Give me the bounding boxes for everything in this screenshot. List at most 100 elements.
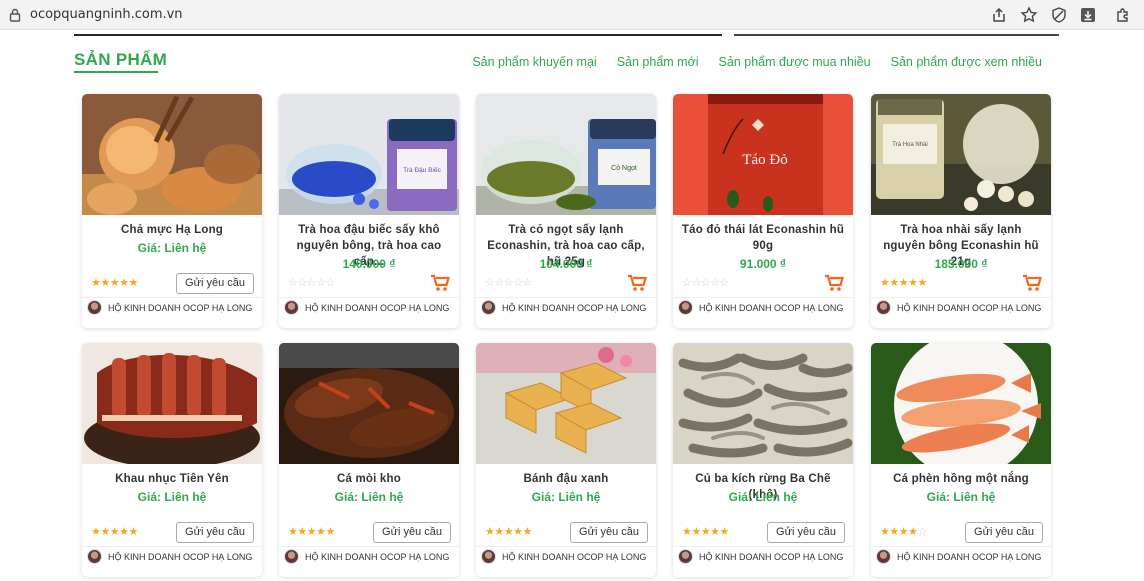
shop-info[interactable]: HỘ KINH DOANH OCOP HẠ LONG <box>876 300 1041 315</box>
product-card[interactable]: Bánh đậu xanh Giá: Liên hệ ★★★★★ Gửi yêu… <box>476 343 656 577</box>
product-name[interactable]: Cá phèn hồng một nắng <box>879 471 1043 487</box>
product-image[interactable] <box>279 343 459 464</box>
product-price: Giá: Liên hệ <box>137 241 207 255</box>
shop-name[interactable]: HỘ KINH DOANH OCOP HẠ LONG <box>502 552 646 562</box>
product-price: Giá: Liên hệ <box>926 490 996 504</box>
jar-label: Trà Hoa Nhài <box>892 142 927 148</box>
rating-stars: ☆☆☆☆☆ <box>682 277 729 289</box>
product-image[interactable]: Trà Hoa Nhài <box>871 94 1051 215</box>
shop-avatar <box>87 300 102 315</box>
product-price: 91.000 ₫ <box>739 257 787 271</box>
shop-name[interactable]: HỘ KINH DOANH OCOP HẠ LONG <box>305 552 449 562</box>
shop-info[interactable]: HỘ KINH DOANH OCOP HẠ LONG <box>481 549 646 564</box>
product-name[interactable]: Táo đỏ thái lát Econashin hũ 90g <box>681 222 845 254</box>
send-request-button[interactable]: Gửi yêu cầu <box>965 522 1043 543</box>
shield-icon[interactable] <box>1050 6 1068 24</box>
product-image[interactable] <box>871 343 1051 464</box>
shop-info[interactable]: HỘ KINH DOANH OCOP HẠ LONG <box>876 549 1041 564</box>
shop-info[interactable]: HỘ KINH DOANH OCOP HẠ LONG <box>678 549 843 564</box>
product-card[interactable]: Cá mòi kho Giá: Liên hệ ★★★★★ Gửi yêu cầ… <box>279 343 459 577</box>
cart-icon[interactable] <box>430 274 450 292</box>
send-request-button[interactable]: Gửi yêu cầu <box>176 273 254 294</box>
product-card[interactable]: Chả mực Hạ Long Giá: Liên hệ ★★★★★ Gửi y… <box>82 94 262 328</box>
jar-label: Táo Đỏ <box>742 152 787 168</box>
product-price: Giá: Liên hệ <box>728 490 798 504</box>
shop-name[interactable]: HỘ KINH DOANH OCOP HẠ LONG <box>897 552 1041 562</box>
address-bar[interactable]: ocopquangninh.com.vn <box>30 7 183 22</box>
product-image[interactable]: Cỏ Ngọt <box>476 94 656 215</box>
rating-stars: ★★★★★ <box>288 526 335 538</box>
send-request-button[interactable]: Gửi yêu cầu <box>176 522 254 543</box>
shop-avatar <box>876 300 891 315</box>
bookmark-star-icon[interactable] <box>1020 6 1038 24</box>
shop-avatar <box>876 549 891 564</box>
cart-icon[interactable] <box>824 274 844 292</box>
share-icon[interactable] <box>990 6 1008 24</box>
rating-stars: ☆☆☆☆☆ <box>485 277 532 289</box>
shop-name[interactable]: HỘ KINH DOANH OCOP HẠ LONG <box>108 303 252 313</box>
jar-label: Trà Đậu Biếc <box>403 165 441 174</box>
shop-avatar <box>678 549 693 564</box>
tab-most-bought[interactable]: Sản phẩm được mua nhiều <box>719 55 871 69</box>
tab-new[interactable]: Sản phẩm mới <box>617 55 699 69</box>
product-card[interactable]: Táo Đỏ Táo đỏ thái lát Econashin hũ 90g … <box>673 94 853 328</box>
product-card[interactable]: Trà Hoa Nhài Trà hoa nhài sấy lạnh nguyê… <box>871 94 1051 328</box>
shop-avatar <box>284 300 299 315</box>
shop-name[interactable]: HỘ KINH DOANH OCOP HẠ LONG <box>897 303 1041 313</box>
product-price: 104.000 ₫ <box>539 257 593 271</box>
product-name[interactable]: Khau nhục Tiên Yên <box>90 471 254 487</box>
product-card[interactable]: Củ ba kích rừng Ba Chẽ (khô) Giá: Liên h… <box>673 343 853 577</box>
rating-stars: ★★★★★ <box>682 526 729 538</box>
send-request-button[interactable]: Gửi yêu cầu <box>373 522 451 543</box>
shop-info[interactable]: HỘ KINH DOANH OCOP HẠ LONG <box>481 300 646 315</box>
extensions-icon[interactable] <box>1114 6 1132 24</box>
rating-stars: ★★★★★ <box>485 526 532 538</box>
download-icon[interactable] <box>1079 6 1097 24</box>
tab-promotion[interactable]: Sản phẩm khuyến mại <box>472 55 596 69</box>
shop-info[interactable]: HỘ KINH DOANH OCOP HẠ LONG <box>284 549 449 564</box>
product-price: 140.000 ₫ <box>342 257 396 271</box>
product-image[interactable] <box>673 343 853 464</box>
shop-info[interactable]: HỘ KINH DOANH OCOP HẠ LONG <box>87 549 252 564</box>
product-image[interactable] <box>82 94 262 215</box>
product-price: Giá: Liên hệ <box>531 490 601 504</box>
shop-info[interactable]: HỘ KINH DOANH OCOP HẠ LONG <box>87 300 252 315</box>
product-card[interactable]: Trà Đậu Biếc Trà hoa đậu biếc sấy khô ng… <box>279 94 459 328</box>
product-image[interactable] <box>82 343 262 464</box>
shop-name[interactable]: HỘ KINH DOANH OCOP HẠ LONG <box>699 552 843 562</box>
product-image[interactable]: Trà Đậu Biếc <box>279 94 459 215</box>
cart-icon[interactable] <box>1022 274 1042 292</box>
product-card[interactable]: Cá phèn hồng một nắng Giá: Liên hệ ★★★★☆… <box>871 343 1051 577</box>
product-name[interactable]: Cá mòi kho <box>287 471 451 487</box>
product-card[interactable]: Khau nhục Tiên Yên Giá: Liên hệ ★★★★★ Gử… <box>82 343 262 577</box>
send-request-button[interactable]: Gửi yêu cầu <box>767 522 845 543</box>
rating-stars: ★★★★★ <box>880 277 927 289</box>
shop-name[interactable]: HỘ KINH DOANH OCOP HẠ LONG <box>502 303 646 313</box>
shop-info[interactable]: HỘ KINH DOANH OCOP HẠ LONG <box>678 300 843 315</box>
product-image[interactable] <box>476 343 656 464</box>
banner-bottom-edge <box>74 34 1059 37</box>
product-filter-tabs: Sản phẩm khuyến mại Sản phẩm mới Sản phẩ… <box>472 55 1042 69</box>
product-price: 185.000 ₫ <box>934 257 988 271</box>
shop-avatar <box>678 300 693 315</box>
shop-name[interactable]: HỘ KINH DOANH OCOP HẠ LONG <box>108 552 252 562</box>
browser-toolbar: ocopquangninh.com.vn <box>0 0 1144 30</box>
cart-icon[interactable] <box>627 274 647 292</box>
rating-stars: ★★★★★ <box>91 526 138 538</box>
section-title: SẢN PHẨM <box>74 50 168 69</box>
product-name[interactable]: Bánh đậu xanh <box>484 471 648 487</box>
product-price: Giá: Liên hệ <box>334 490 404 504</box>
shop-info[interactable]: HỘ KINH DOANH OCOP HẠ LONG <box>284 300 449 315</box>
send-request-button[interactable]: Gửi yêu cầu <box>570 522 648 543</box>
lock-icon[interactable] <box>9 8 21 22</box>
jar-label: Cỏ Ngọt <box>611 164 637 172</box>
tab-most-viewed[interactable]: Sản phẩm được xem nhiều <box>891 55 1042 69</box>
rating-stars: ★★★★★ <box>91 277 138 289</box>
product-image[interactable]: Táo Đỏ <box>673 94 853 215</box>
shop-avatar <box>481 549 496 564</box>
product-name[interactable]: Chả mực Hạ Long <box>90 222 254 238</box>
section-title-underline <box>74 71 158 73</box>
product-card[interactable]: Cỏ Ngọt Trà cỏ ngọt sấy lạnh Econashin, … <box>476 94 656 328</box>
shop-name[interactable]: HỘ KINH DOANH OCOP HẠ LONG <box>699 303 843 313</box>
shop-name[interactable]: HỘ KINH DOANH OCOP HẠ LONG <box>305 303 449 313</box>
